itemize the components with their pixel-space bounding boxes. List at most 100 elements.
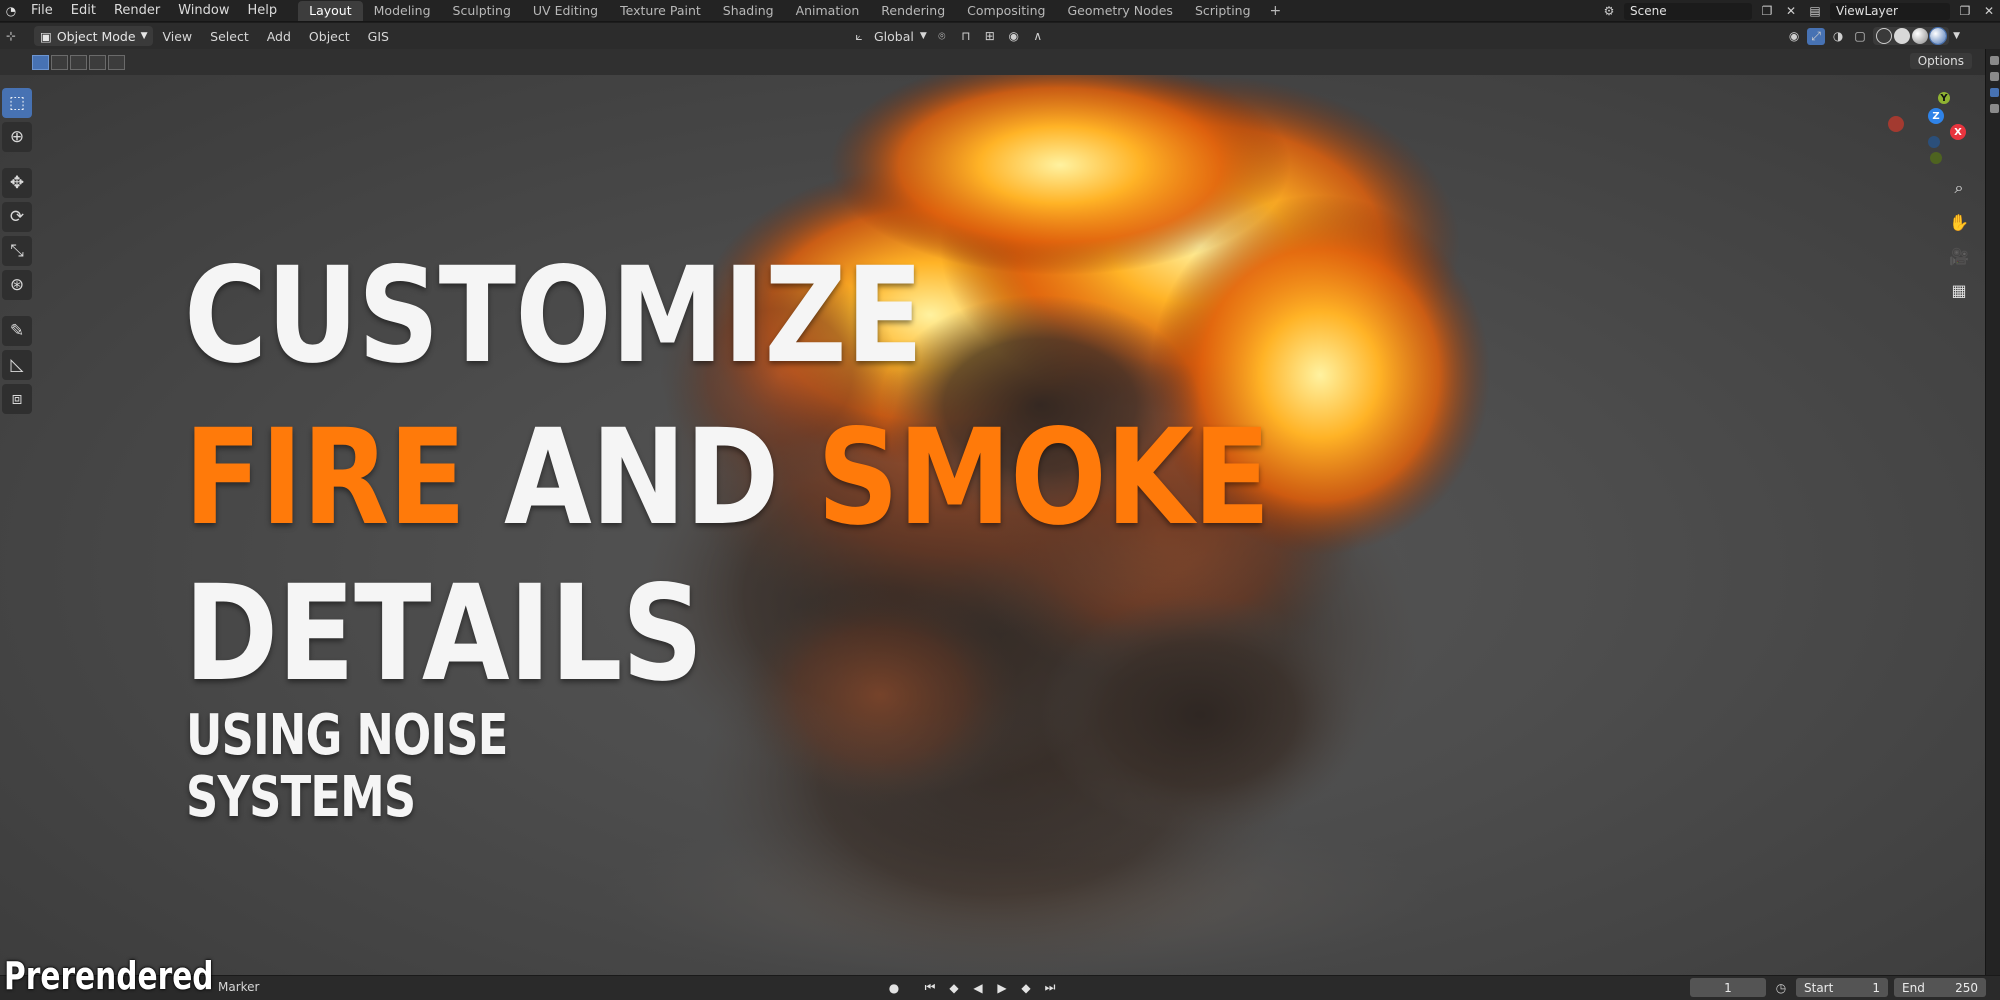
tab-uv-editing[interactable]: UV Editing [522, 1, 609, 21]
render-props-icon[interactable] [1990, 72, 1999, 81]
gizmo-neg-x-axis[interactable] [1888, 116, 1904, 132]
wireframe-shading-icon[interactable] [1876, 28, 1893, 44]
proportional-edit-icon[interactable]: ◉ [1005, 28, 1023, 45]
transform-orientation-dropdown[interactable]: Global [874, 29, 914, 44]
add-workspace-button[interactable]: + [1262, 3, 1290, 19]
falloff-icon[interactable]: ∧ [1029, 28, 1047, 45]
measure-tool-icon[interactable]: ◺ [2, 350, 32, 380]
tool-props-icon[interactable] [1990, 56, 1999, 65]
gizmo-neg-y-axis[interactable] [1930, 152, 1942, 164]
tab-animation[interactable]: Animation [785, 1, 871, 21]
tab-texture-paint[interactable]: Texture Paint [609, 1, 712, 21]
play-reverse-icon[interactable]: ◀ [968, 978, 988, 997]
start-frame-value: 1 [1872, 980, 1880, 995]
scale-tool-icon[interactable]: ⤡ [2, 236, 32, 266]
preview-range-icon[interactable]: ◷ [1772, 979, 1790, 996]
overlay-toggle-icon[interactable]: ◑ [1829, 28, 1847, 45]
mode-dropdown[interactable]: ▣ Object Mode ▼ [34, 26, 154, 46]
tab-compositing[interactable]: Compositing [956, 1, 1056, 21]
menu-add[interactable]: Add [258, 29, 300, 44]
end-frame-field[interactable]: End 250 [1894, 978, 1986, 997]
camera-view-icon[interactable]: 🎥 [1946, 244, 1972, 268]
tab-sculpting[interactable]: Sculpting [442, 1, 522, 21]
select-mode-new-icon[interactable] [32, 54, 49, 70]
gizmo-z-axis[interactable]: Z [1928, 108, 1944, 124]
rendered-shading-icon[interactable] [1929, 27, 1948, 45]
jump-to-start-icon[interactable]: ⏮ [920, 978, 940, 997]
tab-modeling[interactable]: Modeling [363, 1, 442, 21]
menu-marker[interactable]: Marker [218, 980, 259, 994]
visibility-icon[interactable]: ◉ [1785, 28, 1803, 45]
prev-keyframe-icon[interactable]: ◆ [944, 978, 964, 997]
view-layer-icon[interactable]: ▤ [1806, 3, 1824, 20]
keyframe-record-icon[interactable]: ● [884, 978, 904, 997]
tab-shading[interactable]: Shading [712, 1, 785, 21]
pan-hand-icon[interactable]: ✋ [1946, 210, 1972, 234]
output-props-icon[interactable] [1990, 88, 1999, 97]
jump-to-end-icon[interactable]: ⏭ [1040, 978, 1060, 997]
scene-icon[interactable]: ⚙ [1600, 3, 1618, 20]
tab-layout[interactable]: Layout [298, 0, 363, 21]
object-mode-icon: ▣ [40, 28, 52, 44]
chevron-down-icon[interactable]: ▼ [1953, 31, 1960, 41]
menu-render[interactable]: Render [105, 3, 169, 18]
mode-dropdown-label: Object Mode [56, 28, 136, 44]
title-word-fire: FIRE [184, 401, 466, 555]
material-preview-icon[interactable] [1912, 28, 1929, 44]
snap-icon[interactable]: ⊓ [957, 28, 975, 45]
navigation-gizmo[interactable]: Y Z X [1880, 92, 1970, 172]
left-toolbar: ⬚ ⊕ ✥ ⟳ ⤡ ⊛ ✎ ◺ ⧈ [0, 88, 36, 414]
transform-tool-icon[interactable]: ⊛ [2, 270, 32, 300]
menu-window[interactable]: Window [169, 3, 238, 18]
copy-scene-icon[interactable]: ❐ [1758, 3, 1776, 20]
gizmo-x-axis[interactable]: X [1950, 124, 1966, 140]
tab-rendering[interactable]: Rendering [870, 1, 956, 21]
select-box-tool-icon[interactable]: ⬚ [2, 88, 32, 118]
scene-name-field[interactable]: Scene [1624, 2, 1752, 20]
menu-help[interactable]: Help [239, 3, 287, 18]
snap-target-icon[interactable]: ⊞ [981, 28, 999, 45]
menu-gis[interactable]: GIS [359, 29, 398, 44]
tab-scripting[interactable]: Scripting [1184, 1, 1262, 21]
select-mode-subtract-icon[interactable] [70, 54, 87, 70]
view-layer-field[interactable]: ViewLayer [1830, 2, 1950, 20]
copy-view-layer-icon[interactable]: ❐ [1956, 3, 1974, 20]
current-frame-field[interactable]: 1 [1690, 978, 1766, 997]
gizmo-toggle-icon[interactable]: ⤢ [1807, 27, 1826, 45]
tab-geometry-nodes[interactable]: Geometry Nodes [1057, 1, 1184, 21]
3d-viewport[interactable]: ⬚ ⊕ ✥ ⟳ ⤡ ⊛ ✎ ◺ ⧈ Y Z X ⌕ ✋ 🎥 ▦ CUSTOMIZ… [0, 75, 1985, 975]
perspective-grid-icon[interactable]: ▦ [1946, 278, 1972, 302]
move-tool-icon[interactable]: ✥ [2, 168, 32, 198]
zoom-icon[interactable]: ⌕ [1946, 176, 1972, 200]
close-view-layer-icon[interactable]: ✕ [1980, 3, 1998, 20]
close-scene-icon[interactable]: ✕ [1782, 3, 1800, 20]
pivot-point-icon[interactable]: ⌾ [933, 28, 951, 45]
menu-edit[interactable]: Edit [62, 3, 105, 18]
title-word-smoke: SMOKE [817, 401, 1270, 555]
play-icon[interactable]: ▶ [992, 978, 1012, 997]
scene-selector-group: ⚙ Scene ❐ ✕ ▤ ViewLayer ❐ ✕ [1600, 0, 1998, 22]
annotate-tool-icon[interactable]: ✎ [2, 316, 32, 346]
editor-type-icon[interactable]: ⊹ [2, 27, 20, 44]
menu-file[interactable]: File [22, 3, 62, 18]
gizmo-y-axis[interactable]: Y [1938, 92, 1950, 104]
rotate-tool-icon[interactable]: ⟳ [2, 202, 32, 232]
xray-toggle-icon[interactable]: ▢ [1851, 28, 1869, 45]
blender-logo-icon[interactable]: ◔ [0, 0, 22, 22]
menu-object[interactable]: Object [300, 29, 359, 44]
gizmo-neg-z-axis[interactable] [1928, 136, 1940, 148]
select-mode-invert-icon[interactable] [108, 54, 125, 70]
next-keyframe-icon[interactable]: ◆ [1016, 978, 1036, 997]
select-mode-extend-icon[interactable] [51, 54, 68, 70]
add-cube-tool-icon[interactable]: ⧈ [2, 384, 32, 414]
menu-select[interactable]: Select [201, 29, 258, 44]
frame-range-controls: 1 ◷ Start 1 End 250 [1690, 978, 1986, 997]
cursor-tool-icon[interactable]: ⊕ [2, 122, 32, 152]
options-dropdown[interactable]: Options [1909, 53, 1972, 69]
view-layer-props-icon[interactable] [1990, 104, 1999, 113]
start-frame-field[interactable]: Start 1 [1796, 978, 1888, 997]
solid-shading-icon[interactable] [1894, 28, 1911, 44]
subtitle-line-1: USING NOISE [186, 703, 508, 768]
select-mode-intersect-icon[interactable] [89, 54, 106, 70]
menu-view[interactable]: View [153, 29, 201, 44]
